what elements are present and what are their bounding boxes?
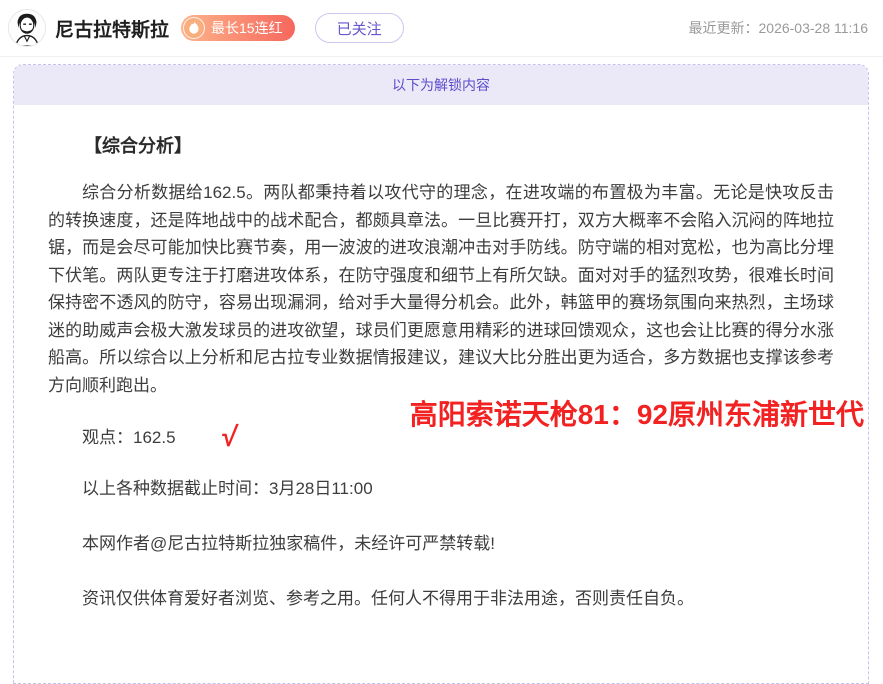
author-header: 尼古拉特斯拉 最长15连红 已关注 最近更新：2026-03-28 11:16 xyxy=(0,0,883,57)
analysis-paragraph: 综合分析数据给162.5。两队都秉持着以攻代守的理念，在进攻端的布置极为丰富。无… xyxy=(48,179,834,399)
correct-checkmark-icon: √ xyxy=(186,423,238,450)
viewpoint-label: 观点： xyxy=(82,428,133,447)
article-body: 【综合分析】 综合分析数据给162.5。两队都秉持着以攻代守的理念，在进攻端的布… xyxy=(14,133,868,612)
streak-badge: 最长15连红 xyxy=(181,15,295,41)
tesla-portrait-icon xyxy=(9,10,45,46)
unlocked-content-card: 以下为解锁内容 【综合分析】 综合分析数据给162.5。两队都秉持着以攻代守的理… xyxy=(13,64,869,684)
match-score: 高阳索诺天枪81：92原州东浦新世代 xyxy=(410,393,864,433)
follow-button[interactable]: 已关注 xyxy=(315,13,404,43)
flame-icon xyxy=(183,17,205,39)
author-name[interactable]: 尼古拉特斯拉 xyxy=(55,15,169,42)
result-row: 高阳索诺天枪81：92原州东浦新世代 观点：162.5√ xyxy=(48,399,834,475)
author-avatar[interactable] xyxy=(8,9,46,47)
unlock-banner: 以下为解锁内容 xyxy=(14,65,868,105)
viewpoint-line: 观点：162.5 √ xyxy=(48,423,237,451)
disclaimer-line: 资讯仅供体育爱好者浏览、参考之用。任何人不得用于非法用途，否则责任自负。 xyxy=(48,585,834,612)
last-updated: 最近更新：2026-03-28 11:16 xyxy=(689,18,869,38)
copyright-line: 本网作者@尼古拉特斯拉独家稿件，未经许可严禁转载! xyxy=(48,530,834,557)
section-title: 【综合分析】 xyxy=(48,133,834,159)
streak-badge-label: 最长15连红 xyxy=(211,18,283,38)
last-updated-label: 最近更新： xyxy=(689,20,759,36)
data-cutoff-line: 以上各种数据截止时间：3月28日11:00 xyxy=(48,475,834,502)
last-updated-time: 2026-03-28 11:16 xyxy=(759,20,869,36)
viewpoint-value: 162.5 xyxy=(133,428,176,447)
